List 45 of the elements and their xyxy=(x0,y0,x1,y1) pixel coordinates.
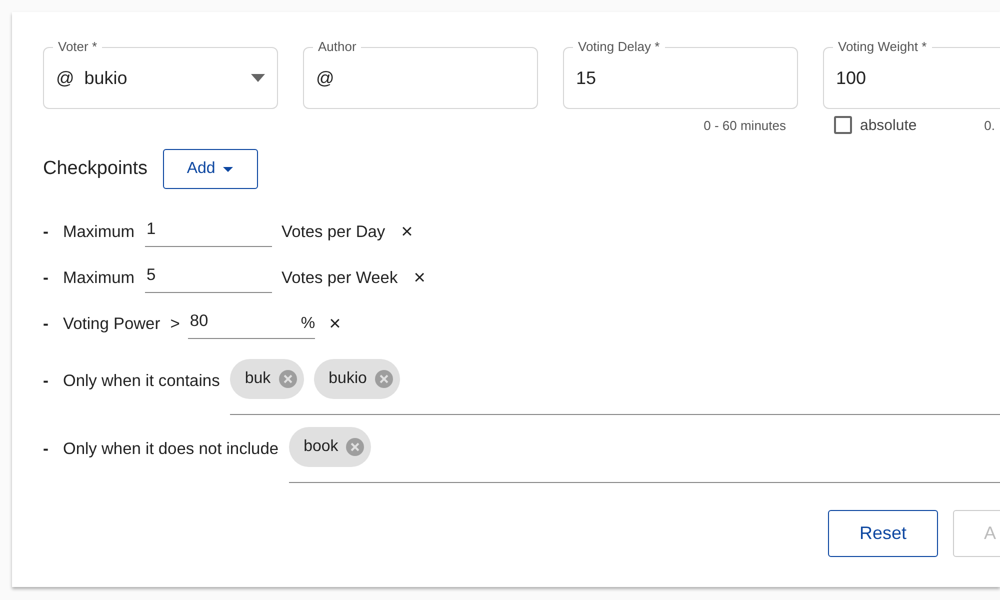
field-label: Voting Weight * xyxy=(833,40,932,54)
bullet-dash: - xyxy=(43,222,50,242)
checkbox[interactable] xyxy=(834,116,852,134)
field-value: bukio xyxy=(84,68,128,88)
checkbox-label: absolute xyxy=(860,116,917,134)
bullet-dash: - xyxy=(43,268,50,288)
tag-chip[interactable]: book xyxy=(288,426,372,466)
remove-icon xyxy=(346,438,364,456)
tag-chip[interactable]: buk xyxy=(230,358,304,398)
rule-label: Voting Power xyxy=(63,314,160,334)
field-value: 100 xyxy=(836,68,866,88)
tag-chip[interactable]: bukio xyxy=(314,358,400,398)
number-field[interactable]: 5 xyxy=(144,263,272,293)
remove-button[interactable]: × xyxy=(401,220,413,244)
rule-label: Maximum xyxy=(63,268,135,288)
add-button[interactable]: Add xyxy=(162,149,258,189)
rule-label: Only when it contains xyxy=(63,372,220,390)
unit-label: % xyxy=(300,315,316,333)
tag-input-field[interactable]: book xyxy=(288,415,1000,483)
unit-label: Votes per Week xyxy=(282,268,398,288)
field-label: Author xyxy=(313,40,362,54)
remove-button[interactable]: × xyxy=(329,312,341,336)
number-field[interactable]: 1 xyxy=(144,217,272,247)
unit-label: Votes per Day xyxy=(282,222,386,242)
hint-text: 0. xyxy=(984,118,995,132)
bullet-dash: - xyxy=(43,440,50,458)
operator-sign: > xyxy=(170,314,180,334)
remove-icon xyxy=(374,370,393,388)
section-title: Checkpoints xyxy=(43,158,148,180)
rule-label: Only when it does not include xyxy=(63,440,279,458)
at-sign: @ xyxy=(316,68,334,88)
field-value: 15 xyxy=(576,68,596,88)
remove-button[interactable]: × xyxy=(414,266,426,290)
field-label: Voter * xyxy=(53,40,102,54)
tag-input-field[interactable]: buk bukio xyxy=(230,347,1000,415)
caret-icon xyxy=(223,166,234,172)
action-button[interactable]: Reset xyxy=(828,510,938,557)
field-label: Voting Delay * xyxy=(573,40,665,54)
bullet-dash: - xyxy=(43,372,50,390)
hint-text: 0 - 60 minutes xyxy=(704,118,786,132)
rule-label: Maximum xyxy=(63,222,135,242)
dropdown-caret-icon xyxy=(251,74,265,82)
at-sign: @ xyxy=(56,68,74,88)
remove-icon xyxy=(278,370,297,388)
bullet-dash: - xyxy=(43,314,50,334)
